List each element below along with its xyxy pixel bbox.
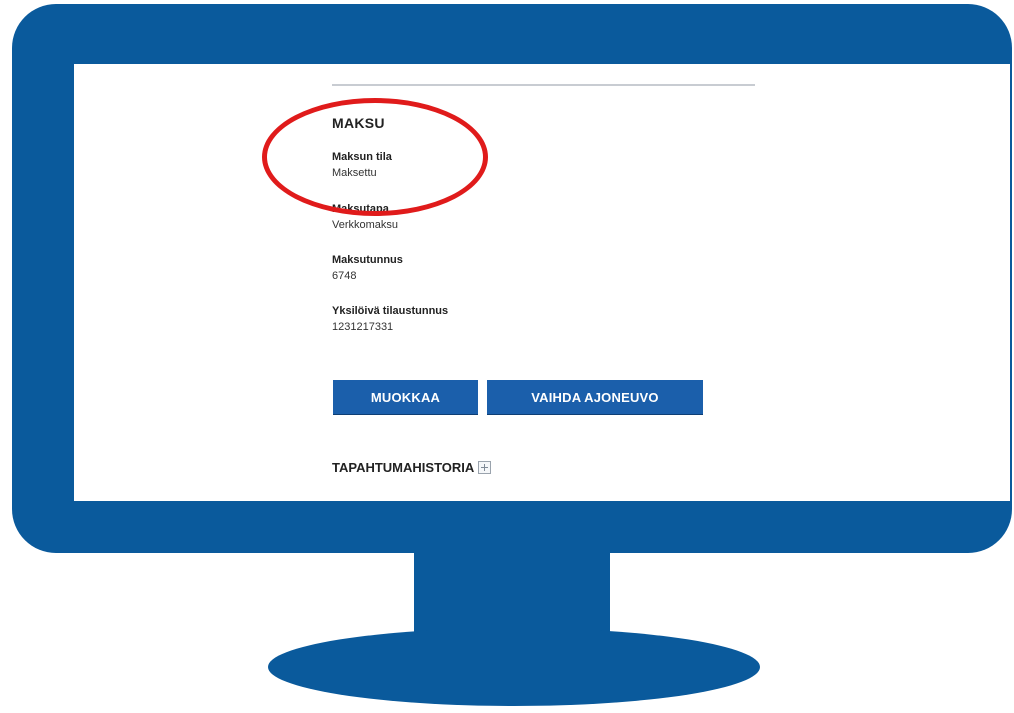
monitor-stand-base	[268, 628, 760, 706]
payment-method-label: Maksutapa	[332, 203, 389, 215]
payment-id-label: Maksutunnus	[332, 254, 403, 266]
change-vehicle-button[interactable]: VAIHDA AJONEUVO	[487, 380, 703, 414]
payment-section-title: MAKSU	[332, 115, 385, 131]
event-history-title: TAPAHTUMAHISTORIA	[332, 460, 475, 475]
monitor-screen: MAKSU Maksun tila Maksettu Maksutapa Ver…	[74, 64, 1010, 501]
divider	[332, 84, 755, 86]
monitor-stand-neck	[414, 548, 610, 640]
order-id-label: Yksilöivä tilaustunnus	[332, 305, 449, 317]
order-id-value: 1231217331	[332, 321, 394, 333]
payment-status-value: Maksettu	[332, 167, 377, 179]
payment-id-value: 6748	[332, 270, 357, 282]
plus-square-icon[interactable]	[478, 461, 492, 474]
edit-button[interactable]: MUOKKAA	[333, 380, 478, 414]
payment-status-label: Maksun tila	[332, 151, 392, 163]
illustration: MAKSU Maksun tila Maksettu Maksutapa Ver…	[0, 0, 1014, 713]
payment-method-value: Verkkomaksu	[332, 219, 399, 231]
monitor-frame: MAKSU Maksun tila Maksettu Maksutapa Ver…	[12, 4, 1012, 553]
event-history-header[interactable]: TAPAHTUMAHISTORIA	[332, 460, 492, 475]
